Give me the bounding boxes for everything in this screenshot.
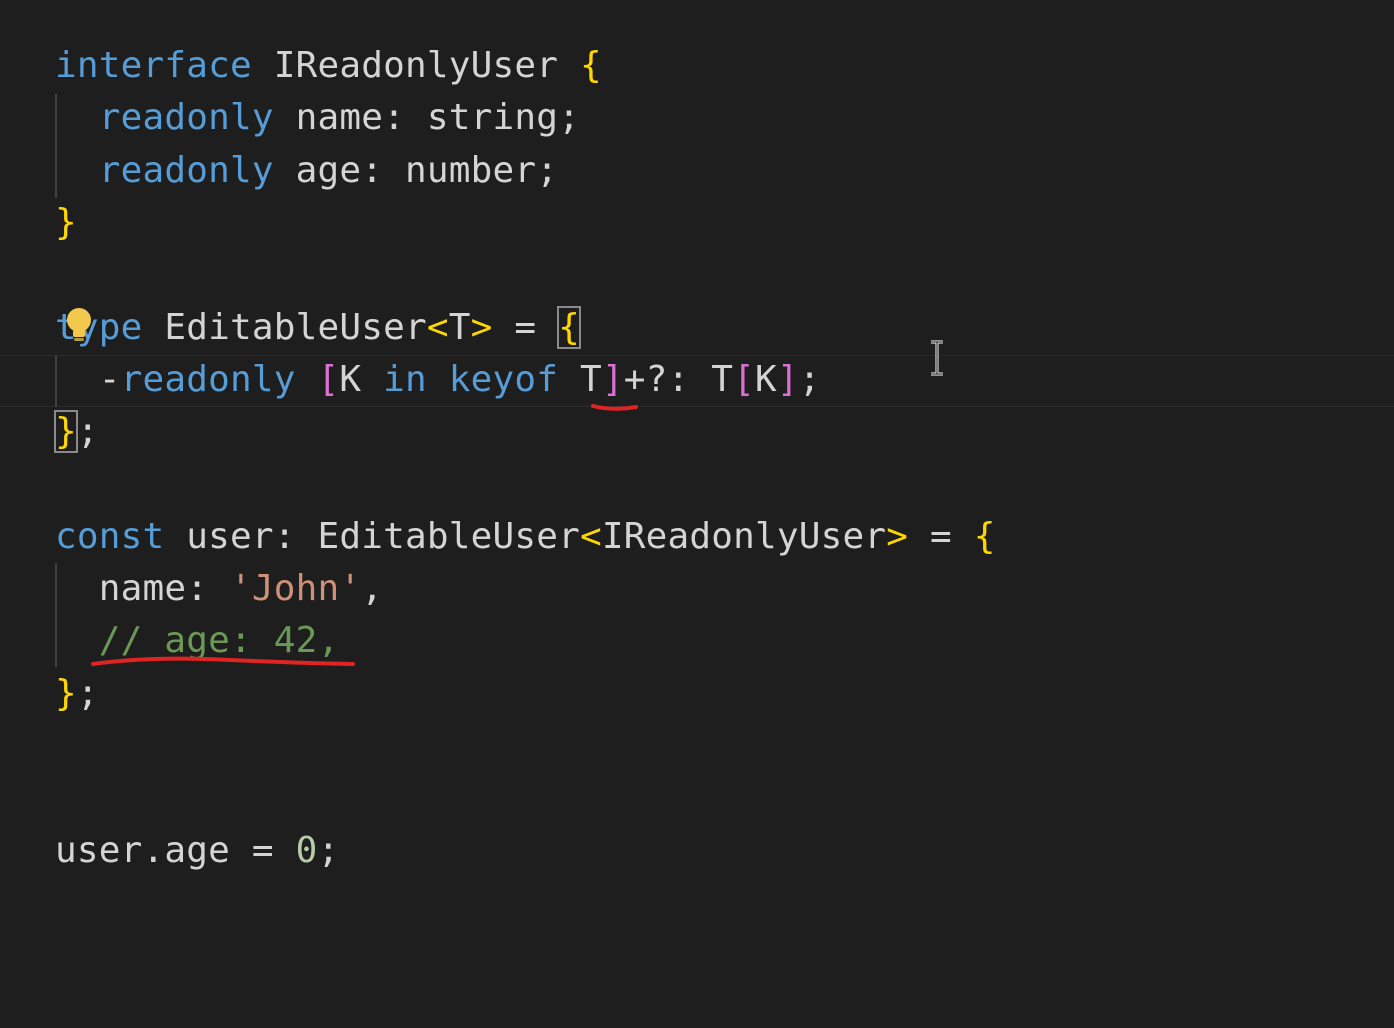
code-token: +?: T	[623, 358, 734, 400]
code-token: 0	[295, 829, 318, 871]
code-token: IReadonlyUser	[251, 45, 580, 86]
code-token: ;	[76, 411, 99, 453]
code-token: T	[448, 306, 471, 348]
code-line[interactable]: type EditableUser<T> = {	[55, 302, 581, 354]
code-token: IReadonlyUser	[601, 515, 887, 557]
code-token: [	[317, 358, 340, 400]
code-token: K	[755, 358, 777, 400]
code-line[interactable]: interface IReadonlyUser {	[55, 40, 602, 92]
code-token: name:	[55, 568, 230, 609]
code-token: }	[55, 201, 77, 243]
code-token: ;	[317, 829, 340, 871]
code-token: keyof	[448, 358, 559, 400]
code-editor[interactable]: interface IReadonlyUser { readonly name:…	[0, 0, 1394, 1028]
code-token: readonly	[98, 149, 274, 191]
code-token: age: number;	[273, 149, 559, 191]
code-line[interactable]: const user: EditableUser<IReadonlyUser> …	[55, 511, 996, 563]
code-token: interface	[55, 45, 252, 86]
code-line[interactable]: // age: 42,	[55, 615, 339, 667]
code-token: // age: 42,	[98, 620, 340, 662]
code-token: EditableUser	[142, 306, 427, 348]
code-token: readonly	[120, 358, 296, 400]
code-token: [	[733, 358, 755, 400]
code-token: ,	[361, 568, 384, 609]
code-line[interactable]: -readonly [K in keyof T]+?: T[K];	[55, 354, 821, 406]
code-token: T	[558, 358, 602, 400]
code-token: {	[557, 305, 581, 349]
code-token: ]	[776, 358, 799, 400]
code-line[interactable]: user.age = 0;	[55, 825, 339, 877]
code-token: <	[426, 306, 449, 348]
code-token: user.age =	[55, 829, 296, 871]
code-token: =	[908, 515, 974, 557]
code-token: }	[54, 410, 78, 454]
code-line[interactable]: }	[55, 197, 77, 249]
code-token: -	[55, 358, 121, 400]
code-token: ;	[76, 672, 99, 714]
code-token: {	[973, 515, 996, 557]
code-token: ]	[601, 358, 624, 400]
code-line[interactable]: };	[55, 668, 99, 720]
code-line[interactable]: };	[54, 406, 99, 458]
text-cursor-icon	[928, 340, 946, 376]
code-token: ;	[798, 358, 821, 400]
code-token: user: EditableUser	[164, 515, 580, 557]
code-token: =	[492, 306, 559, 348]
code-token: <	[579, 515, 602, 557]
lightbulb-icon[interactable]	[62, 305, 96, 345]
code-token: 'John'	[230, 568, 362, 609]
code-line[interactable]: name: 'John',	[55, 563, 383, 615]
code-token: readonly	[98, 97, 274, 139]
code-token: in	[383, 358, 427, 400]
code-token: >	[470, 306, 493, 348]
code-token: {	[579, 45, 602, 86]
code-token: name: string;	[273, 97, 580, 139]
code-line[interactable]: readonly age: number;	[55, 145, 558, 197]
code-token: }	[55, 672, 77, 714]
code-token: K	[339, 358, 384, 400]
code-token: >	[886, 515, 909, 557]
code-line[interactable]: readonly name: string;	[55, 92, 580, 144]
code-token: const	[55, 515, 165, 557]
